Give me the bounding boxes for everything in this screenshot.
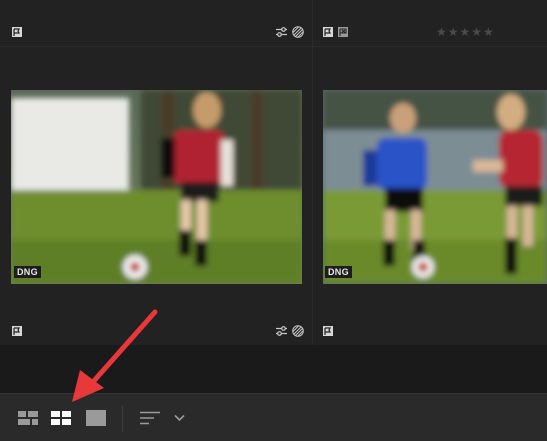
view-toolbar	[0, 393, 547, 441]
mask-icon[interactable]	[292, 325, 304, 337]
chevron-down-icon[interactable]	[174, 414, 185, 422]
flag-icon[interactable]	[323, 326, 333, 336]
grid-empty-row	[0, 345, 547, 393]
photo-grid: DNG ★★★★★ DNG	[0, 0, 547, 393]
photo-cell-left[interactable]: DNG	[0, 0, 313, 345]
mosaic-view-icon[interactable]	[18, 411, 38, 425]
soccer-photo-image	[11, 90, 302, 284]
file-type-badge: DNG	[325, 266, 352, 278]
grid-view-icon[interactable]	[51, 411, 71, 425]
photo-cell-right[interactable]: ★★★★★ DNG	[313, 0, 547, 345]
mask-icon[interactable]	[292, 26, 304, 38]
flag-icon[interactable]	[323, 27, 333, 37]
reject-flag-icon[interactable]	[338, 27, 348, 37]
sort-lines-icon[interactable]	[140, 411, 160, 425]
photo-thumbnail[interactable]: DNG	[323, 90, 547, 284]
cell-header-divider	[313, 46, 547, 47]
toolbar-divider	[122, 406, 123, 432]
flag-icon[interactable]	[12, 326, 22, 336]
single-view-icon[interactable]	[86, 410, 106, 426]
adjustments-icon[interactable]	[276, 27, 287, 37]
file-type-badge: DNG	[14, 266, 41, 278]
flag-icon[interactable]	[12, 27, 22, 37]
star-rating[interactable]: ★★★★★	[436, 25, 495, 39]
adjustments-icon[interactable]	[276, 326, 287, 336]
photo-thumbnail[interactable]: DNG	[11, 90, 302, 284]
soccer-photo-image	[323, 90, 547, 284]
cell-header-divider	[0, 46, 312, 47]
